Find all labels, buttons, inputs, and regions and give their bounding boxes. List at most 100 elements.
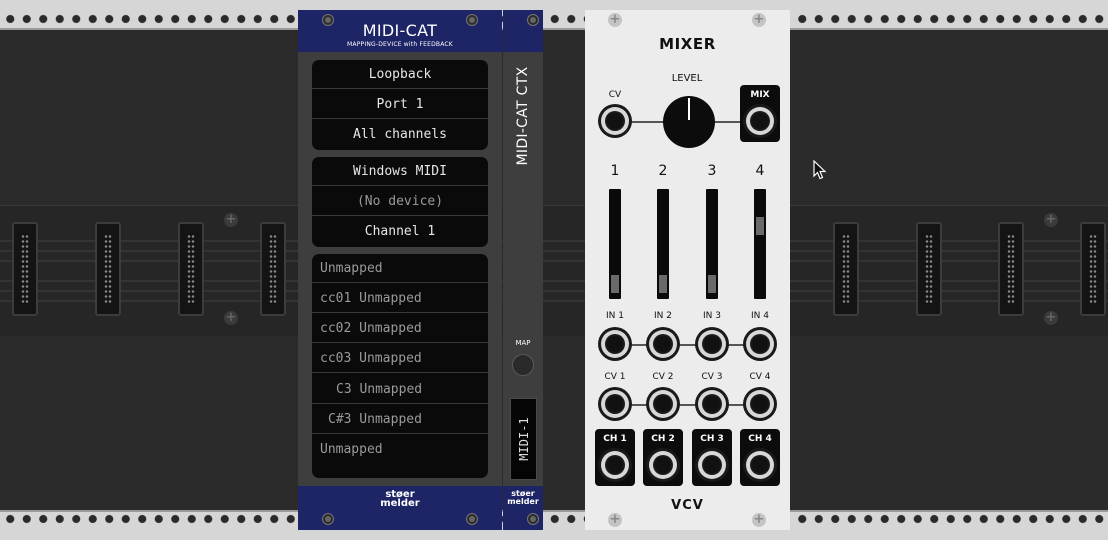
mapping-slot[interactable]: cc01 Unmapped xyxy=(312,284,488,313)
midi-output-settings: Windows MIDI (No device) Channel 1 xyxy=(312,157,488,247)
mapping-slot[interactable]: Unmapped xyxy=(312,254,488,283)
input-channel-select[interactable]: All channels xyxy=(312,120,488,149)
cv-label: CV xyxy=(608,90,622,100)
map-label: MAP xyxy=(515,339,531,347)
output-label: CH 2 xyxy=(651,434,675,444)
slider-handle[interactable] xyxy=(708,274,716,293)
mixer-module[interactable]: + + + + MIXER LEVEL CV MIX 1 2 3 4 IN 1 … xyxy=(585,10,790,530)
screw-icon xyxy=(466,513,478,525)
midi-cat-module[interactable]: MIDI-CAT MAPPING-DEVICE with FEEDBACK Lo… xyxy=(298,10,502,530)
output-device-select[interactable]: (No device) xyxy=(312,187,488,216)
channel-1-level-slider[interactable] xyxy=(609,189,621,299)
connection-line xyxy=(615,344,760,346)
map-button[interactable] xyxy=(512,354,534,376)
input-label: IN 2 xyxy=(654,311,672,321)
midi-cat-ctx-module[interactable]: MIDI-CAT CTX MAP MIDI-1 støer melder xyxy=(503,10,543,530)
cv-jack-2[interactable] xyxy=(646,387,680,421)
plus-screw-icon: + xyxy=(1044,212,1058,227)
output-driver-select[interactable]: Windows MIDI xyxy=(312,157,488,186)
mapping-list: Unmapped cc01 Unmapped cc02 Unmapped cc0… xyxy=(312,254,488,478)
level-knob[interactable] xyxy=(663,96,715,148)
cv-input-label: CV 2 xyxy=(652,372,674,382)
mapping-slot[interactable]: C#3 Unmapped xyxy=(312,405,488,434)
vcv-logo: VCV xyxy=(671,498,704,513)
screw-icon xyxy=(527,14,539,26)
ribbon-connector xyxy=(12,222,38,316)
brand-logo: støer melder xyxy=(380,490,420,509)
context-name: MIDI-1 xyxy=(517,417,531,461)
mapping-slot[interactable]: cc02 Unmapped xyxy=(312,314,488,343)
plus-screw-icon: + xyxy=(608,12,622,27)
rack-row-bottom xyxy=(0,336,1108,510)
context-name-display[interactable]: MIDI-1 xyxy=(510,398,537,480)
module-title: MIDI-CAT CTX xyxy=(515,66,531,166)
cv-jack-3[interactable] xyxy=(695,387,729,421)
input-jack-3[interactable] xyxy=(695,327,729,361)
channel-number: 3 xyxy=(707,163,717,179)
ribbon-connector xyxy=(916,222,942,316)
cv-input-label: CV 4 xyxy=(749,372,771,382)
cv-jack[interactable] xyxy=(598,104,632,138)
plus-screw-icon: + xyxy=(752,512,766,527)
channel-output-jack-4[interactable] xyxy=(743,448,777,482)
rack-row-top xyxy=(0,30,1108,205)
screw-icon xyxy=(527,513,539,525)
mix-label: MIX xyxy=(750,90,770,100)
brand-line: melder xyxy=(380,498,420,509)
mapping-slot[interactable]: Unmapped xyxy=(312,435,488,464)
plus-screw-icon: + xyxy=(752,12,766,27)
cv-jack-4[interactable] xyxy=(743,387,777,421)
input-jack-1[interactable] xyxy=(598,327,632,361)
output-label: CH 4 xyxy=(748,434,772,444)
channel-4-level-slider[interactable] xyxy=(754,189,766,299)
channel-2-level-slider[interactable] xyxy=(657,189,669,299)
ribbon-connector xyxy=(178,222,204,316)
cv-input-label: CV 1 xyxy=(604,372,626,382)
plus-screw-icon: + xyxy=(224,212,238,227)
channel-number: 1 xyxy=(610,163,620,179)
slider-handle[interactable] xyxy=(611,274,619,293)
screw-icon xyxy=(466,14,478,26)
screw-icon xyxy=(322,14,334,26)
slider-handle[interactable] xyxy=(756,217,764,236)
midi-input-settings: Loopback Port 1 All channels xyxy=(312,60,488,150)
ribbon-connector xyxy=(998,222,1024,316)
ribbon-connector xyxy=(833,222,859,316)
channel-output-jack-3[interactable] xyxy=(695,448,729,482)
brand-line: melder xyxy=(507,497,539,506)
brand-logo: støer melder xyxy=(503,490,543,506)
module-title: MIXER xyxy=(659,35,716,53)
input-jack-2[interactable] xyxy=(646,327,680,361)
input-label: IN 1 xyxy=(606,311,624,321)
output-label: CH 1 xyxy=(603,434,627,444)
plus-screw-icon: + xyxy=(608,512,622,527)
module-subtitle: MAPPING-DEVICE with FEEDBACK xyxy=(347,41,453,48)
input-device-select[interactable]: Port 1 xyxy=(312,90,488,119)
channel-output-jack-2[interactable] xyxy=(646,448,680,482)
plus-screw-icon: + xyxy=(224,310,238,325)
input-jack-4[interactable] xyxy=(743,327,777,361)
ribbon-connector xyxy=(1080,222,1106,316)
mapping-slot[interactable]: cc03 Unmapped xyxy=(312,344,488,373)
channel-number: 2 xyxy=(658,163,668,179)
input-driver-select[interactable]: Loopback xyxy=(312,60,488,89)
cursor-icon xyxy=(813,160,827,180)
rack-rail-top xyxy=(0,0,1108,30)
channel-3-level-slider[interactable] xyxy=(706,189,718,299)
level-label: LEVEL xyxy=(671,73,703,84)
channel-number: 4 xyxy=(755,163,765,179)
slider-handle[interactable] xyxy=(659,274,667,293)
connection-line xyxy=(615,404,760,406)
input-label: IN 4 xyxy=(751,311,769,321)
mapping-slot[interactable]: C3 Unmapped xyxy=(312,375,488,404)
cv-jack-1[interactable] xyxy=(598,387,632,421)
output-label: CH 3 xyxy=(700,434,724,444)
rack-rail-bottom xyxy=(0,510,1108,540)
cv-input-label: CV 3 xyxy=(701,372,723,382)
channel-output-jack-1[interactable] xyxy=(598,448,632,482)
input-label: IN 3 xyxy=(703,311,721,321)
output-channel-select[interactable]: Channel 1 xyxy=(312,217,488,246)
ribbon-connector xyxy=(95,222,121,316)
plus-screw-icon: + xyxy=(1044,310,1058,325)
mix-output-jack[interactable] xyxy=(743,104,777,138)
